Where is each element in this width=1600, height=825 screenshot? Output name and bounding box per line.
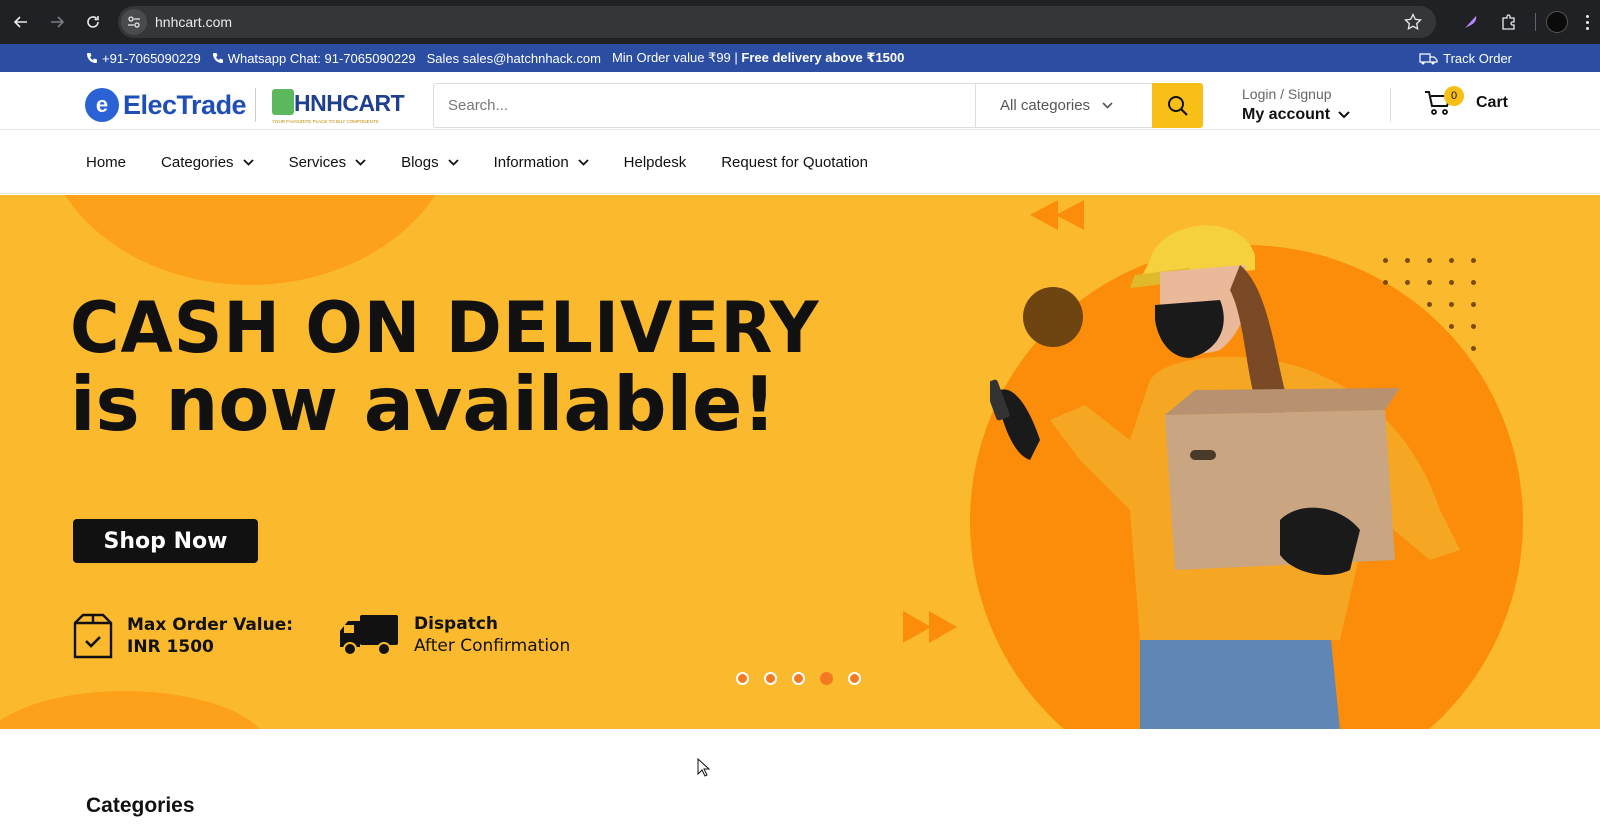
- top-info-bar: +91-7065090229 Whatsapp Chat: 91-7065090…: [0, 44, 1600, 72]
- hero-banner[interactable]: CASH ON DELIVERY is now available! Shop …: [0, 195, 1600, 729]
- sales-email[interactable]: Sales sales@hatchnhack.com: [427, 51, 601, 66]
- browser-toolbar: hnhcart.com: [0, 0, 1600, 44]
- header-divider: [1390, 88, 1391, 122]
- carousel-dot-4[interactable]: [820, 672, 833, 685]
- login-signup-link[interactable]: Login / Signup: [1242, 86, 1350, 102]
- carousel-dots: [736, 672, 876, 685]
- hero-title: CASH ON DELIVERY: [70, 287, 820, 369]
- chevron-down-icon: [447, 158, 459, 166]
- search-button[interactable]: [1152, 83, 1203, 128]
- order-policy: Min Order value ₹99 | Free delivery abov…: [611, 50, 905, 65]
- extension-feather-icon[interactable]: [1455, 6, 1487, 38]
- logo-divider: [255, 88, 256, 122]
- electrade-logo[interactable]: e ElecTrade: [85, 88, 247, 122]
- delivery-truck-icon: [340, 615, 398, 656]
- arrow-right-icon: [51, 16, 65, 28]
- toolbar-divider: [1535, 13, 1536, 31]
- site-header: e ElecTrade HNHCART YOUR FAVOURITE PLACE…: [0, 72, 1600, 130]
- chevron-down-icon: [578, 158, 589, 166]
- extensions-puzzle-icon[interactable]: [1493, 6, 1525, 38]
- nav-home[interactable]: Home: [86, 154, 126, 171]
- carousel-dot-5[interactable]: [848, 672, 861, 685]
- reload-button[interactable]: [78, 7, 108, 37]
- nav-helpdesk[interactable]: Helpdesk: [624, 154, 687, 171]
- shop-now-button[interactable]: Shop Now: [73, 519, 258, 563]
- search-input[interactable]: [434, 84, 974, 127]
- chevron-down-icon: [1102, 102, 1113, 109]
- hero-subtitle: is now available!: [70, 360, 777, 448]
- main-navigation: Home Categories Services Blogs Informati…: [0, 131, 1600, 194]
- decorative-blob: [40, 195, 460, 285]
- my-account-dropdown[interactable]: My account: [1242, 106, 1350, 124]
- track-order-link[interactable]: Track Order: [1419, 51, 1512, 66]
- site-settings-icon[interactable]: [121, 9, 147, 35]
- phone-contact[interactable]: +91-7065090229: [86, 51, 201, 66]
- address-bar[interactable]: hnhcart.com: [118, 6, 1436, 38]
- reload-icon: [87, 16, 99, 28]
- package-check-icon: [73, 613, 113, 659]
- bookmark-star-icon[interactable]: [1404, 13, 1422, 31]
- carousel-dot-1[interactable]: [736, 672, 749, 685]
- chevron-down-icon: [355, 158, 366, 166]
- profile-avatar[interactable]: [1546, 11, 1568, 33]
- forward-button[interactable]: [42, 7, 72, 37]
- back-button[interactable]: [6, 7, 36, 37]
- cart-button[interactable]: 0 Cart: [1424, 86, 1508, 116]
- chevron-down-icon: [1338, 111, 1350, 119]
- browser-menu-icon[interactable]: [1578, 7, 1596, 37]
- search-icon: [1167, 95, 1188, 116]
- carousel-dot-2[interactable]: [764, 672, 777, 685]
- feature-dispatch: Dispatch After Confirmation: [338, 613, 570, 657]
- whatsapp-contact[interactable]: Whatsapp Chat: 91-7065090229: [212, 51, 416, 66]
- phone-icon: [212, 53, 223, 63]
- category-select[interactable]: All categories: [975, 84, 1151, 127]
- electrade-e-icon: e: [85, 88, 119, 122]
- shopping-bag-icon: [272, 89, 294, 115]
- cart-count-badge: 0: [1444, 86, 1464, 106]
- phone-icon: [87, 53, 97, 63]
- carousel-dot-3[interactable]: [792, 672, 805, 685]
- account-menu[interactable]: Login / Signup My account: [1242, 86, 1350, 124]
- forward-arrows-icon: [903, 611, 957, 643]
- delivery-woman-image: [990, 225, 1460, 729]
- nav-request-quotation[interactable]: Request for Quotation: [721, 154, 868, 171]
- feature-max-order: Max Order Value: INR 1500: [73, 613, 293, 659]
- nav-blogs[interactable]: Blogs: [401, 154, 459, 171]
- nav-information[interactable]: Information: [494, 154, 589, 171]
- mouse-cursor-icon: [697, 758, 711, 777]
- nav-services[interactable]: Services: [289, 154, 367, 171]
- nav-categories[interactable]: Categories: [161, 154, 254, 171]
- url-text[interactable]: hnhcart.com: [155, 14, 232, 30]
- decorative-blob: [0, 691, 270, 729]
- chevron-down-icon: [242, 158, 254, 166]
- search-bar: All categories: [433, 83, 1203, 128]
- categories-heading: Categories: [86, 794, 195, 817]
- truck-icon: [1419, 52, 1438, 64]
- arrow-left-icon: [13, 16, 27, 28]
